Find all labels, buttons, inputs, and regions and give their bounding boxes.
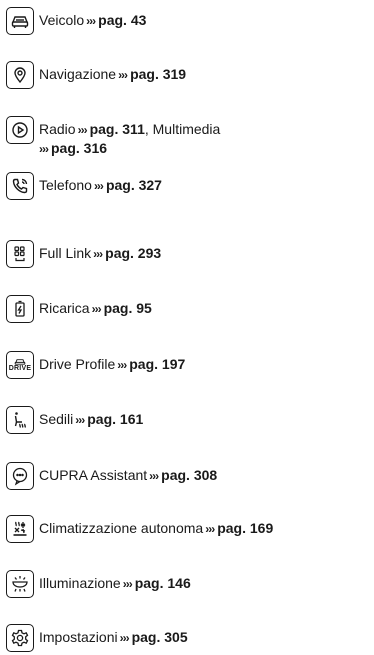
page-ref-cupra-assistant[interactable]: pag. 308 — [161, 467, 217, 483]
list-item-impostazioni[interactable]: Impostazioni ››› pag. 305 — [6, 624, 374, 652]
page-ref-ricarica[interactable]: pag. 95 — [104, 300, 152, 316]
battery-charge-icon — [6, 295, 34, 323]
full-link-icon — [6, 240, 34, 268]
lighting-icon — [6, 570, 34, 598]
list-item-veicolo[interactable]: Veicolo ››› pag. 43 — [6, 7, 374, 35]
label-radio: Radio — [39, 121, 76, 137]
arrow: ››› — [118, 68, 128, 82]
page-ref-drive-profile[interactable]: pag. 197 — [129, 356, 185, 372]
car-icon — [6, 7, 34, 35]
label-full-link: Full Link — [39, 245, 92, 261]
list-item-telefono[interactable]: Telefono ››› pag. 327 — [6, 172, 374, 200]
settings-gear-icon — [6, 624, 34, 652]
page-ref-veicolo[interactable]: pag. 43 — [98, 12, 146, 28]
play-icon — [6, 116, 34, 144]
separator: , — [144, 121, 153, 137]
seat-heating-icon — [6, 406, 34, 434]
arrow: ››› — [75, 413, 85, 427]
list-item-illuminazione[interactable]: Illuminazione ››› pag. 146 — [6, 570, 374, 598]
list-item-full-link[interactable]: Full Link ››› pag. 293 — [6, 240, 374, 268]
label-sedili: Sedili — [39, 411, 74, 427]
arrow: ››› — [117, 358, 127, 372]
drive-icon-text: DRIVE — [8, 364, 32, 372]
list-item-drive-profile[interactable]: DRIVE Drive Profile ››› pag. 197 — [6, 351, 374, 379]
label-impostazioni: Impostazioni — [39, 629, 118, 645]
label-climatizzazione: Climatizzazione autonoma — [39, 520, 204, 536]
label-illuminazione: Illuminazione — [39, 575, 121, 591]
page-ref-radio[interactable]: pag. 311 — [90, 121, 145, 137]
arrow: ››› — [119, 631, 130, 645]
arrow: ››› — [77, 123, 88, 137]
list-item-ricarica[interactable]: Ricarica ››› pag. 95 — [6, 295, 374, 323]
page-ref-full-link[interactable]: pag. 293 — [105, 245, 161, 261]
label-drive-profile: Drive Profile — [39, 356, 116, 372]
climate-icon — [6, 515, 34, 543]
list-item-cupra-assistant[interactable]: CUPRA Assistant ››› pag. 308 — [6, 462, 374, 490]
label-telefono: Telefono — [39, 177, 92, 193]
arrow: ››› — [205, 522, 215, 536]
arrow: ››› — [149, 469, 159, 483]
arrow: ››› — [93, 247, 103, 261]
page-ref-navigazione[interactable]: pag. 319 — [130, 66, 186, 82]
arrow: ››› — [86, 14, 96, 28]
page-ref-sedili[interactable]: pag. 161 — [87, 411, 143, 427]
page-ref-multimedia[interactable]: pag. 316 — [51, 140, 107, 156]
menu-list: Veicolo ››› pag. 43 Navigazione ››› pag. 319… — [0, 0, 374, 655]
label-multimedia: Multimedia — [152, 121, 221, 137]
page-ref-telefono[interactable]: pag. 327 — [106, 177, 162, 193]
list-item-radio-multimedia[interactable]: Radio ››› pag. 311, Multimedia ››› pag. 316 — [6, 116, 374, 158]
label-navigazione: Navigazione — [39, 66, 117, 82]
navigation-pin-icon — [6, 61, 34, 89]
label-cupra-assistant: CUPRA Assistant — [39, 467, 148, 483]
list-item-climatizzazione[interactable]: Climatizzazione autonoma ››› pag. 169 — [6, 515, 374, 543]
page-ref-illuminazione[interactable]: pag. 146 — [135, 575, 191, 591]
page-ref-climatizzazione[interactable]: pag. 169 — [217, 520, 273, 536]
phone-icon — [6, 172, 34, 200]
arrow: ››› — [122, 577, 133, 591]
label-ricarica: Ricarica — [39, 300, 90, 316]
arrow: ››› — [39, 142, 49, 156]
list-item-navigazione[interactable]: Navigazione ››› pag. 319 — [6, 61, 374, 89]
arrow: ››› — [91, 302, 102, 316]
drive-profile-icon: DRIVE — [6, 351, 34, 379]
arrow: ››› — [93, 179, 104, 193]
label-veicolo: Veicolo — [39, 12, 85, 28]
assistant-icon — [6, 462, 34, 490]
page-ref-impostazioni[interactable]: pag. 305 — [132, 629, 188, 645]
list-item-sedili[interactable]: Sedili ››› pag. 161 — [6, 406, 374, 434]
